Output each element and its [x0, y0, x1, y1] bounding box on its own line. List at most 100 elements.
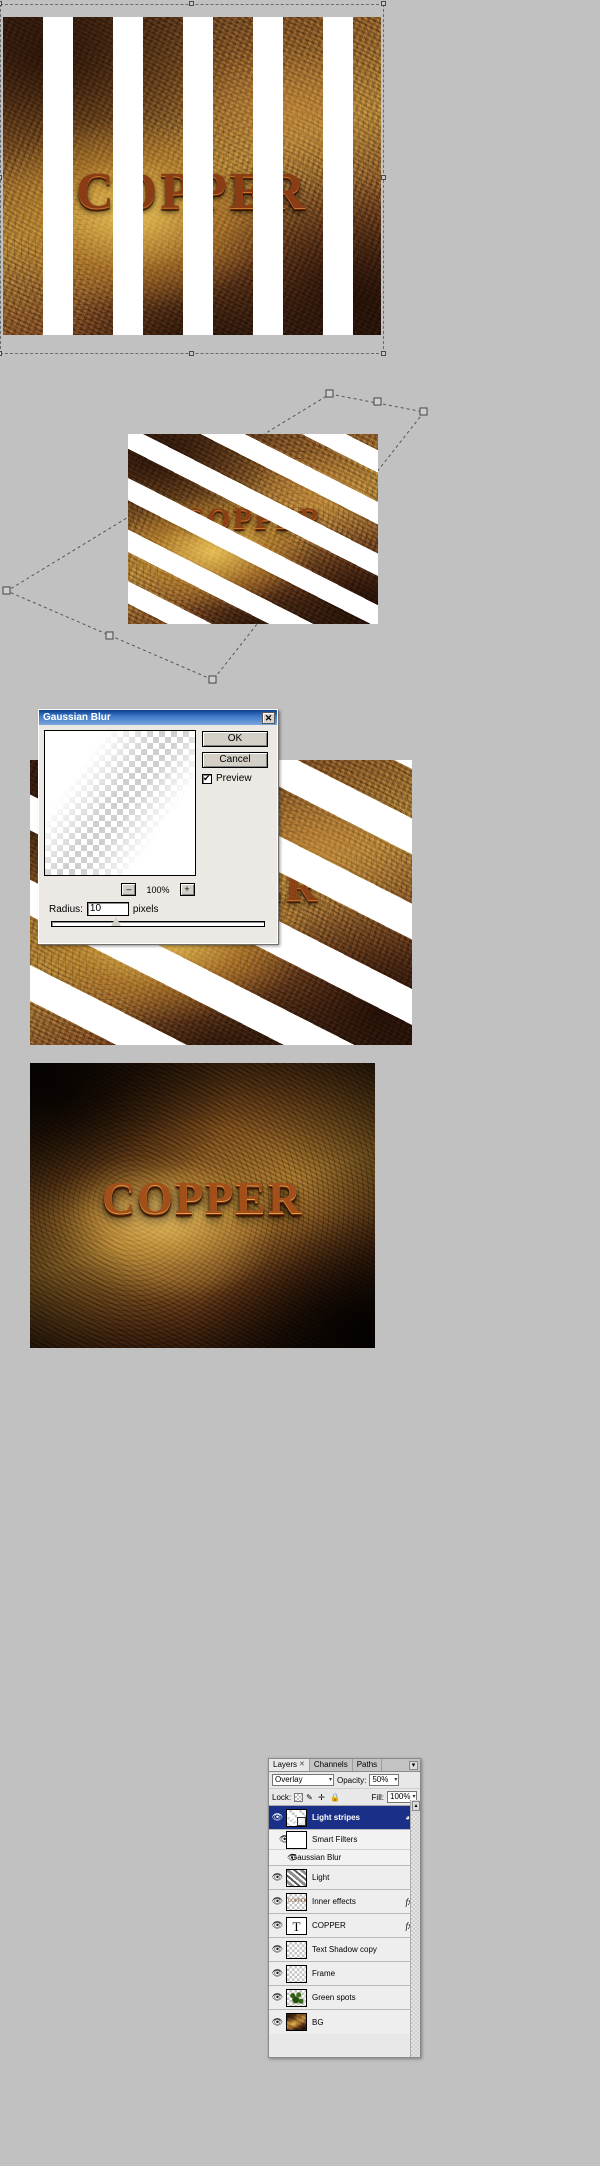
chevron-down-icon[interactable]: ▾ — [329, 1775, 333, 1785]
layer-row-copper[interactable]: 👁 T COPPER fx ▾ — [269, 1914, 420, 1938]
scrollbar-thumb[interactable]: ▴ — [412, 1801, 420, 1811]
layer-list[interactable]: 👁 ◧ Light stripes ◕ ▴ 👁 Smart Filters 👁 — [269, 1806, 420, 2034]
checker-bg — [287, 1941, 306, 1958]
transform-stage: COPPER — [0, 380, 600, 700]
layer-thumbnail[interactable]: COPPER — [286, 1892, 307, 1911]
layer-row-inner-effects[interactable]: 👁 COPPER Inner effects fx ▾ — [269, 1890, 420, 1914]
eye-icon[interactable]: 👁 — [269, 1920, 286, 1931]
preview-checkbox[interactable] — [202, 773, 212, 784]
checker-bg — [287, 1965, 306, 1982]
layer-row-light[interactable]: 👁 Light — [269, 1866, 420, 1890]
fill-label: Fill: — [371, 1792, 384, 1802]
screenshot-root: COPPER COPPER COP — [0, 0, 600, 2166]
blur-step-stage: COPPER Gaussian Blur ✕ OK Cancel Preview — [0, 705, 600, 1045]
gaussian-blur-dialog[interactable]: Gaussian Blur ✕ OK Cancel Preview – 100%… — [38, 709, 278, 944]
transform-handle-n[interactable] — [373, 397, 382, 406]
preview-checkbox-row[interactable]: Preview — [202, 773, 272, 784]
chevron-down-icon[interactable]: ▾ — [394, 1775, 398, 1785]
radius-slider[interactable] — [39, 916, 277, 927]
eye-icon[interactable]: 👁 — [269, 1872, 286, 1883]
layer-name: Gaussian Blur — [291, 1853, 342, 1862]
tab-channels[interactable]: Channels — [309, 1759, 353, 1771]
layer-row-smart-filters[interactable]: 👁 Smart Filters — [269, 1830, 420, 1850]
canvas-rotated-stripes[interactable]: COPPER — [128, 434, 378, 624]
radius-label: Radius: — [49, 903, 83, 915]
layer-name: Frame — [312, 1969, 336, 1978]
eye-icon[interactable]: 👁 — [269, 1812, 286, 1823]
all-lock-icon[interactable]: 🔒 — [330, 1793, 340, 1802]
dialog-buttons-column: OK Cancel Preview — [202, 730, 272, 876]
eye-icon[interactable]: 👁 — [269, 1944, 286, 1955]
close-icon[interactable]: ✕ — [262, 711, 275, 724]
layer-row-gaussian-blur[interactable]: 👁 Gaussian Blur ≑ — [269, 1850, 420, 1866]
transform-handle-nw[interactable] — [325, 389, 334, 398]
opacity-value: 50% — [372, 1775, 389, 1784]
position-lock-icon[interactable]: ✛ — [318, 1793, 327, 1802]
canvas-final-result[interactable]: COPPER — [30, 1063, 375, 1348]
layer-thumbnail[interactable]: T — [286, 1916, 307, 1935]
transform-handle-ne[interactable] — [419, 407, 428, 416]
layer-thumbnail[interactable] — [286, 1964, 307, 1983]
layer-list-scrollbar[interactable]: ▴ — [410, 1800, 420, 2057]
eye-icon[interactable]: 👁 — [269, 2017, 286, 2028]
radius-slider-track[interactable] — [51, 921, 265, 927]
thumb-text: COPPER — [288, 1898, 307, 1904]
zoom-in-button[interactable]: + — [179, 883, 195, 896]
layer-row-frame[interactable]: 👁 Frame — [269, 1962, 420, 1986]
selection-handle-e[interactable] — [381, 175, 386, 180]
layer-name: Text Shadow copy — [312, 1945, 377, 1954]
background-art — [287, 2014, 306, 2030]
eye-icon[interactable]: 👁 — [269, 1896, 286, 1907]
cancel-button[interactable]: Cancel — [202, 752, 268, 768]
panel-tab-bar: Layers ✕ Channels Paths ▾ — [269, 1759, 420, 1772]
pixels-lock-icon[interactable]: ✎ — [306, 1793, 315, 1802]
ok-button[interactable]: OK — [202, 731, 268, 747]
layer-thumbnail[interactable] — [286, 1868, 307, 1887]
preview-zoom-controls: – 100% + — [39, 883, 277, 896]
blur-preview-thumbnail[interactable] — [44, 730, 196, 876]
layer-name: Green spots — [312, 1993, 356, 2002]
opacity-input[interactable]: 50% ▾ — [369, 1774, 400, 1786]
lock-fill-row: Lock: ✎ ✛ 🔒 Fill: 100% ▾ — [269, 1789, 420, 1806]
selection-handle-nw[interactable] — [0, 1, 2, 6]
layer-thumbnail[interactable]: ◧ — [286, 1808, 307, 1827]
smart-filter-mask-thumbnail[interactable] — [286, 1830, 307, 1849]
layer-name: COPPER — [312, 1921, 346, 1930]
layer-row-bg[interactable]: 👁 BG — [269, 2010, 420, 2034]
canvas-vertical-stripes[interactable]: COPPER — [3, 17, 381, 335]
panel-menu-icon[interactable]: ▾ — [409, 1761, 418, 1770]
transform-handle-sw[interactable] — [2, 586, 11, 595]
radius-slider-thumb[interactable] — [111, 917, 121, 926]
transform-handle-s[interactable] — [105, 631, 114, 640]
lock-label: Lock: — [272, 1792, 292, 1802]
selection-handle-w[interactable] — [0, 175, 2, 180]
tab-layers[interactable]: Layers ✕ — [269, 1759, 310, 1771]
zoom-out-button[interactable]: – — [121, 883, 137, 896]
eye-icon[interactable]: 👁 — [269, 1968, 286, 1979]
selection-handle-se[interactable] — [381, 351, 386, 356]
fill-value: 100% — [390, 1792, 411, 1801]
diagonal-white-stripes — [128, 434, 378, 624]
layer-thumbnail[interactable] — [286, 2013, 307, 2031]
eye-icon[interactable]: 👁 — [269, 1834, 290, 1845]
selection-handle-sw[interactable] — [0, 351, 2, 356]
selection-handle-ne[interactable] — [381, 1, 386, 6]
layer-name: Smart Filters — [312, 1835, 358, 1844]
layer-row-text-shadow-copy[interactable]: 👁 Text Shadow copy — [269, 1938, 420, 1962]
layer-thumbnail[interactable] — [286, 1940, 307, 1959]
blend-mode-select[interactable]: Overlay ▾ — [272, 1774, 334, 1786]
layer-row-green-spots[interactable]: 👁 Green spots — [269, 1986, 420, 2010]
layer-row-light-stripes[interactable]: 👁 ◧ Light stripes ◕ ▴ — [269, 1806, 420, 1830]
close-icon[interactable]: ✕ — [299, 1759, 305, 1771]
tab-paths[interactable]: Paths — [352, 1759, 383, 1771]
transparency-lock-icon[interactable] — [294, 1792, 304, 1802]
layers-panel[interactable]: Layers ✕ Channels Paths ▾ Overlay ▾ Opac… — [268, 1758, 421, 2058]
transform-handle-se[interactable] — [208, 675, 217, 684]
radius-input[interactable]: 10 — [86, 902, 129, 916]
selection-handle-s[interactable] — [189, 351, 194, 356]
selection-handle-n[interactable] — [189, 1, 194, 6]
eye-icon[interactable]: 👁 — [269, 1992, 286, 2003]
layer-thumbnail[interactable] — [286, 1988, 307, 2007]
eye-icon[interactable]: 👁 — [269, 1853, 297, 1862]
layer-name: BG — [312, 2017, 324, 2027]
